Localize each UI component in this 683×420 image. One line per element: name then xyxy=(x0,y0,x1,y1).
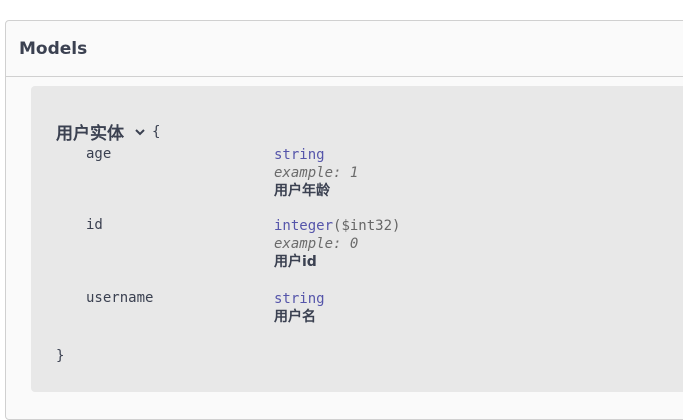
models-title: Models xyxy=(19,38,88,59)
property-type: string xyxy=(274,147,325,163)
property-detail-age: string example: 1 用户年龄 xyxy=(274,146,358,200)
property-type: integer xyxy=(274,218,334,234)
model-title-row[interactable]: 用户实体 { xyxy=(56,119,161,145)
property-type: string xyxy=(274,291,325,307)
property-name-username: username xyxy=(86,290,154,306)
property-example: example: 1 xyxy=(274,165,359,181)
property-description: 用户名 xyxy=(274,309,316,325)
model-container: 用户实体 { age string example: 1 用户年龄 id int… xyxy=(31,86,683,392)
models-section: Models 用户实体 { age string example: 1 用户年龄… xyxy=(5,20,683,420)
property-detail-username: string 用户名 xyxy=(274,290,325,326)
open-brace: { xyxy=(152,123,161,140)
property-format: ($int32) xyxy=(333,218,401,234)
models-header[interactable]: Models xyxy=(6,21,683,77)
property-name-age: age xyxy=(86,146,112,162)
property-detail-id: integer($int32) example: 0 用户id xyxy=(274,217,400,271)
property-description: 用户id xyxy=(274,254,317,270)
property-description: 用户年龄 xyxy=(274,183,330,199)
close-brace: } xyxy=(56,348,65,364)
chevron-down-icon[interactable] xyxy=(132,124,148,140)
property-name-id: id xyxy=(86,217,103,233)
model-name[interactable]: 用户实体 xyxy=(56,119,124,144)
property-example: example: 0 xyxy=(274,236,359,252)
